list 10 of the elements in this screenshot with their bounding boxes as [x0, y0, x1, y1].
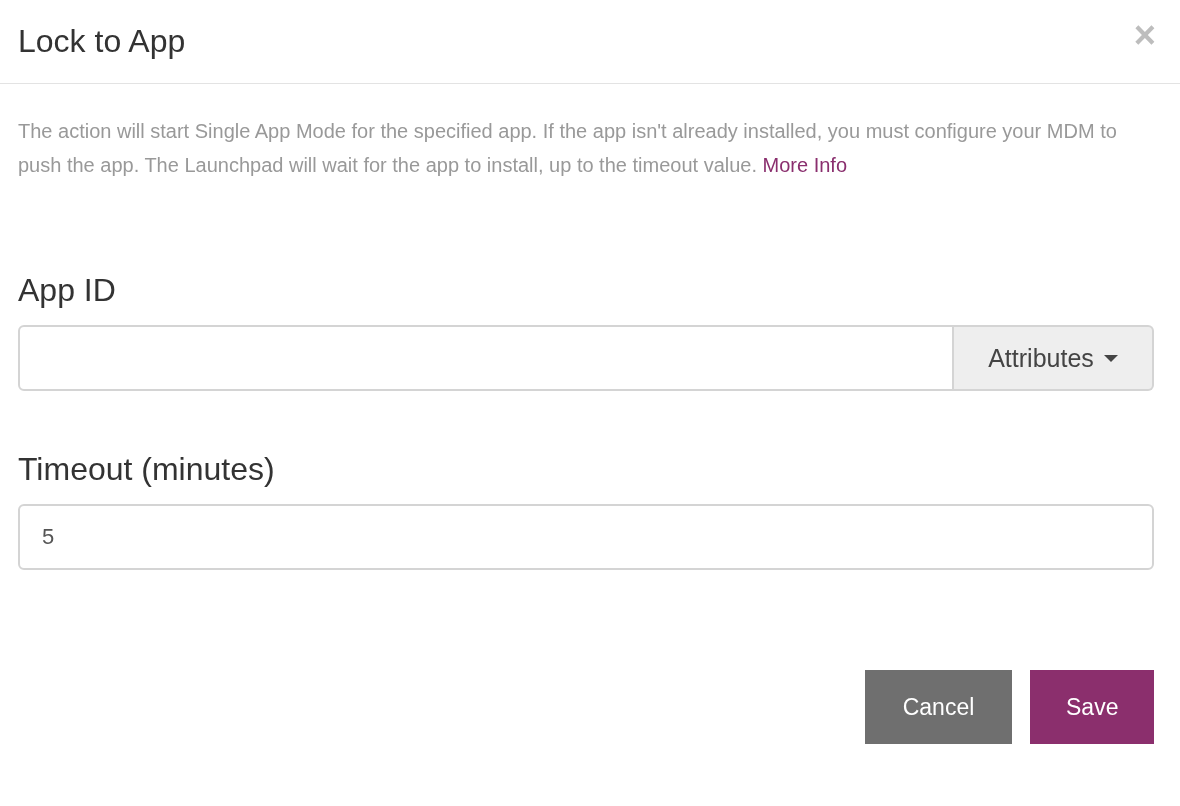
description-text: The action will start Single App Mode for the specified app. If the app isn't already installed, you must configure your MDM to push the app. The Launchpad will wait for the app to install, up to the timeout value. More Info — [18, 119, 1118, 178]
field-label: Timeout (minutes) — [18, 451, 276, 488]
more-info-link[interactable]: More Info — [762, 154, 848, 176]
field-label: App ID — [18, 272, 117, 309]
attributes-dropdown[interactable]: Attributes — [954, 325, 1154, 391]
dialog-title: Lock to App — [18, 23, 186, 60]
cancel-button[interactable]: Cancel — [865, 670, 1012, 744]
save-button[interactable]: Save — [1030, 670, 1154, 744]
input-field[interactable] — [18, 325, 954, 391]
input-field[interactable]: 5 — [18, 504, 1154, 570]
